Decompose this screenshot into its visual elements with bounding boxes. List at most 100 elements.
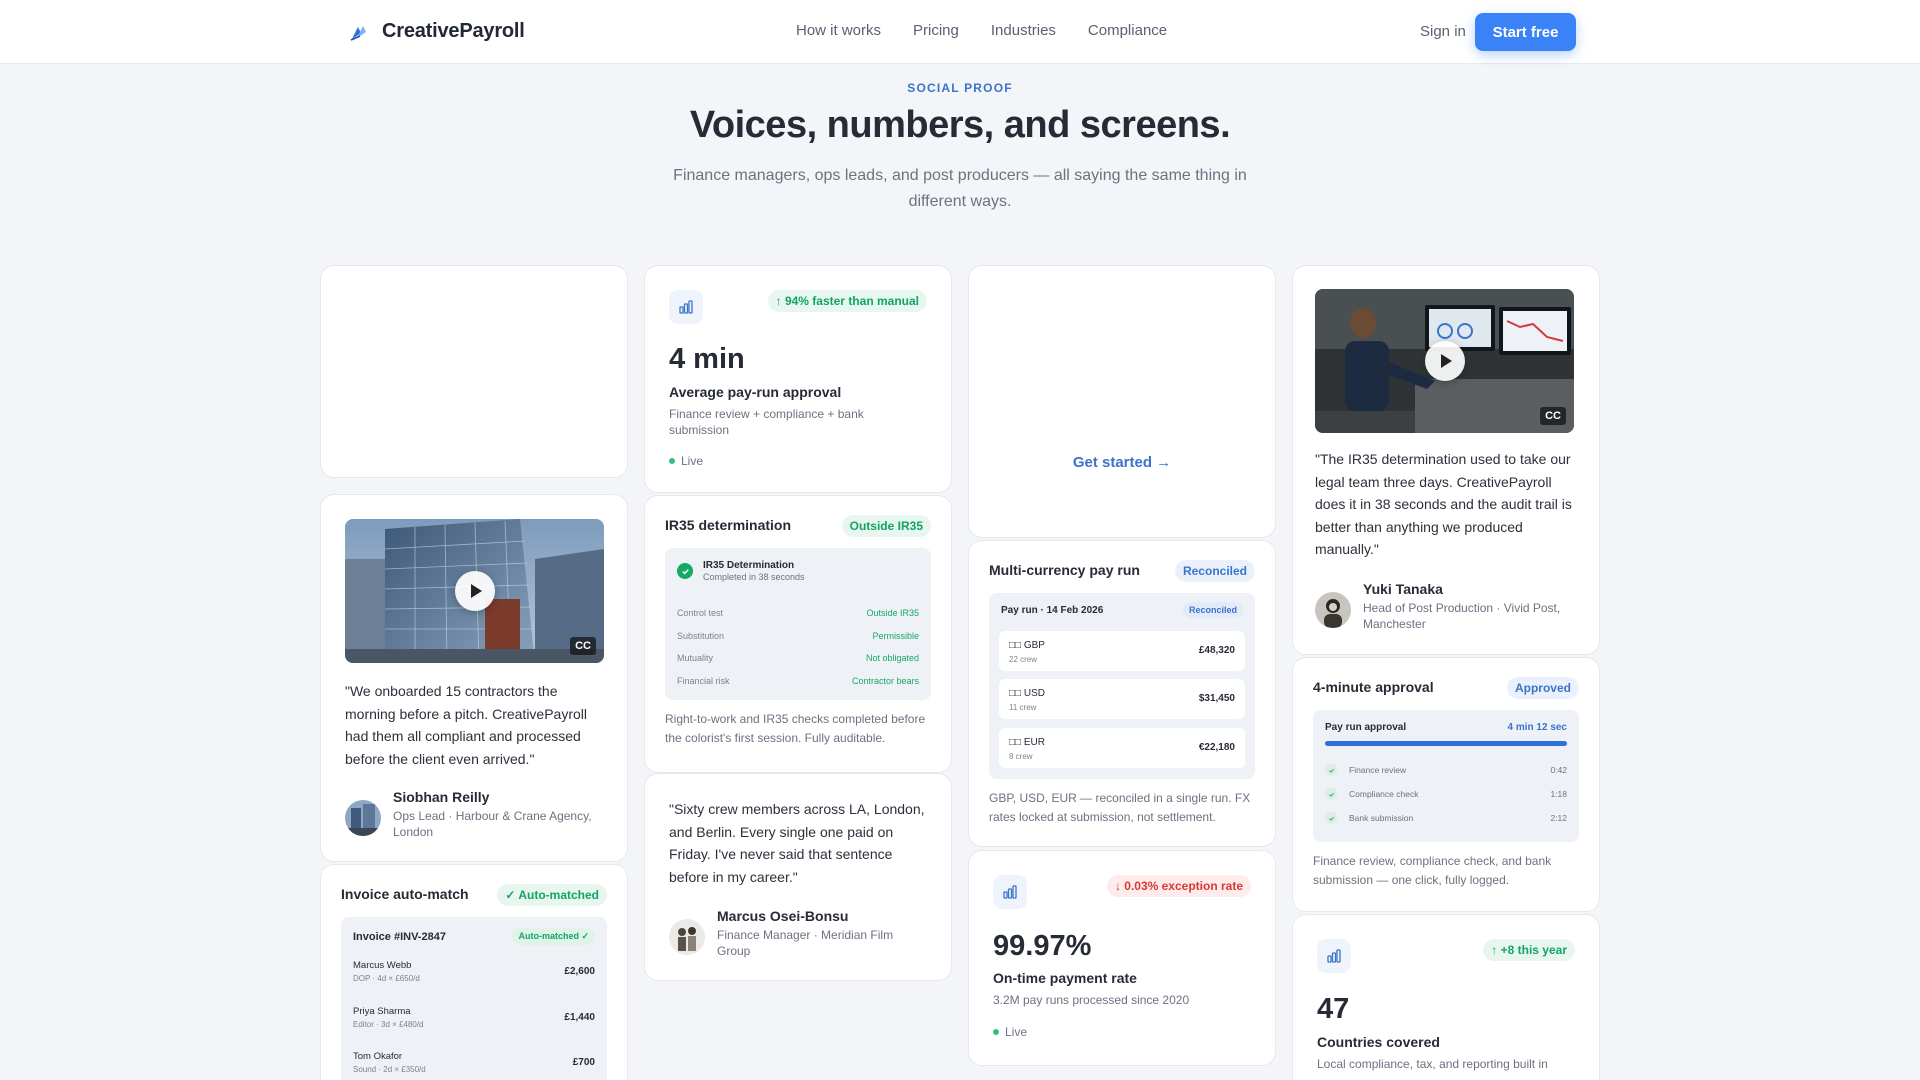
- status-badge: Approved: [1506, 677, 1579, 699]
- nav-links: How it works Pricing Industries Complian…: [796, 22, 1167, 39]
- trend-badge: ↓ 0.03% exception rate: [1106, 875, 1251, 897]
- play-button[interactable]: [454, 571, 495, 611]
- test-name: Mutuality: [677, 653, 714, 664]
- test-result: Contractor bears: [851, 675, 919, 686]
- crew-rate: DOP · 4d × £650/d: [353, 974, 420, 983]
- check-icon: [1325, 812, 1337, 824]
- live-indicator: Live: [993, 1025, 1027, 1039]
- trend-badge: ↑ 94% faster than manual: [767, 290, 927, 312]
- crew-count: 11 crew: [1009, 703, 1037, 712]
- stat-card-approval-time: ↑ 94% faster than manual 4 min Average p…: [644, 265, 952, 493]
- stat-label: Countries covered: [1317, 1034, 1440, 1050]
- section-title: Voices, numbers, and screens.: [689, 104, 1231, 146]
- live-label: Live: [681, 454, 704, 468]
- invoice-panel: Invoice #INV-2847 Auto-matched ✓ Marcus …: [341, 917, 607, 1080]
- test-name: Financial risk: [677, 675, 730, 686]
- testimonial-author: Yuki Tanaka Head of Post Production · Vi…: [1315, 580, 1573, 632]
- step-label: Bank submission: [1349, 813, 1414, 823]
- feature-description: GBP, USD, EUR — reconciled in a single r…: [989, 791, 1251, 824]
- pay-run-panel: Pay run · 14 Feb 2026 Reconciled □□ GBP …: [989, 593, 1255, 779]
- closed-captions-button[interactable]: CC: [570, 637, 596, 655]
- invoice-auto-match-card: Invoice auto-match ✓ Auto-matched Invoic…: [320, 864, 628, 1080]
- invoice-line-row: Priya Sharma Editor · 3d × £480/d £1,440: [353, 1006, 595, 1040]
- testimonial-quote: "We onboarded 15 contractors the morning…: [345, 683, 588, 767]
- play-icon: [470, 584, 482, 598]
- top-nav: CreativePayroll How it works Pricing Ind…: [0, 0, 1920, 64]
- invoice-line-row: Tom Okafor Sound · 2d × £350/d £700: [353, 1051, 595, 1080]
- ir35-panel-header: IR35 Determination Completed in 38 secon…: [677, 560, 805, 582]
- closed-captions-button[interactable]: CC: [1540, 407, 1566, 425]
- nav-link-industries[interactable]: Industries: [991, 22, 1056, 39]
- crew-name: Tom Okafor: [353, 1051, 403, 1062]
- status-badge: ✓ Auto-matched: [497, 884, 607, 906]
- bar-chart-icon: [993, 875, 1027, 909]
- feature-title: 4-minute approval: [1313, 679, 1434, 695]
- get-started-link[interactable]: Get started →: [969, 454, 1275, 471]
- testimonial-author: Siobhan Reilly Ops Lead · Harbour & Cran…: [345, 788, 603, 840]
- stat-value: 4 min: [669, 343, 745, 375]
- currency-code: □□ GBP: [1009, 640, 1045, 651]
- live-indicator: Live: [669, 454, 703, 468]
- stat-card-countries: ↑ +8 this year 47 Countries covered Loca…: [1292, 914, 1600, 1080]
- live-label: Live: [1005, 1025, 1028, 1039]
- test-result: Outside IR35: [866, 608, 919, 619]
- live-dot-icon: [993, 1029, 999, 1035]
- author-name: Yuki Tanaka: [1363, 581, 1443, 597]
- brand-logo[interactable]: CreativePayroll: [348, 20, 525, 43]
- crew-count: 8 crew: [1009, 752, 1033, 761]
- nav-link-pricing[interactable]: Pricing: [913, 22, 959, 39]
- testimonial-quote: "Sixty crew members across LA, London, a…: [669, 801, 925, 885]
- brand-name: CreativePayroll: [382, 20, 525, 42]
- step-label: Compliance check: [1349, 789, 1419, 799]
- feature-title: IR35 determination: [665, 517, 792, 533]
- sign-in-link[interactable]: Sign in: [1420, 23, 1466, 40]
- testimonial-quote: "The IR35 determination used to take our…: [1315, 451, 1572, 557]
- author-role: Head of Post Production · Vivid Post, Ma…: [1363, 601, 1561, 631]
- step-time: 1:18: [1550, 789, 1567, 799]
- crew-rate: Sound · 2d × £350/d: [353, 1065, 426, 1074]
- currency-code: □□ USD: [1009, 688, 1045, 699]
- video-testimonial-card: CC "We onboarded 15 contractors the morn…: [320, 494, 628, 862]
- author-name: Marcus Osei-Bonsu: [717, 908, 849, 924]
- feature-title: Multi-currency pay run: [989, 562, 1140, 578]
- cta-card: Get started →: [968, 265, 1276, 538]
- approval-feature-card: 4-minute approval Approved Pay run appro…: [1292, 657, 1600, 912]
- stat-description: 3.2M pay runs processed since 2020: [993, 993, 1190, 1007]
- invoice-status-badge: Auto-matched ✓: [512, 928, 595, 945]
- crew-rate: Editor · 3d × £480/d: [353, 1020, 424, 1029]
- approval-duration: 4 min 12 sec: [1507, 722, 1567, 733]
- stat-description: Finance review + compliance + bank submi…: [669, 407, 864, 437]
- play-button[interactable]: [1424, 341, 1465, 381]
- nav-link-how-it-works[interactable]: How it works: [796, 22, 881, 39]
- stat-description: Local compliance, tax, and reporting bui…: [1317, 1057, 1548, 1071]
- crew-name: Priya Sharma: [353, 1006, 411, 1017]
- trend-badge: ↑ +8 this year: [1483, 939, 1575, 961]
- currency-row: □□ GBP 22 crew £48,320: [999, 631, 1245, 671]
- bar-chart-icon: [1317, 939, 1351, 973]
- ir35-results: Control test Outside IR35 Substitution Per…: [677, 602, 919, 692]
- feature-description: Finance review, compliance check, and ba…: [1313, 854, 1552, 887]
- status-badge: Outside IR35: [841, 515, 931, 537]
- currency-amount: $31,450: [1198, 693, 1235, 704]
- live-dot-icon: [669, 458, 675, 464]
- testimonial-card: "Sixty crew members across LA, London, a…: [644, 773, 952, 981]
- nav-link-compliance[interactable]: Compliance: [1088, 22, 1167, 39]
- currency-row: □□ USD 11 crew $31,450: [999, 679, 1245, 719]
- video-thumbnail[interactable]: CC: [1315, 289, 1574, 433]
- step-label: Finance review: [1349, 765, 1407, 775]
- author-name: Siobhan Reilly: [393, 789, 490, 805]
- stat-label: Average pay-run approval: [669, 384, 842, 400]
- approval-panel: Pay run approval 4 min 12 sec Finance re…: [1313, 710, 1579, 842]
- feature-description: Right-to-work and IR35 checks completed …: [665, 712, 926, 745]
- ir35-result-row: Substitution Permissible: [677, 625, 919, 648]
- invoice-line-row: Marcus Webb DOP · 4d × £650/d £2,600: [353, 960, 595, 994]
- crew-name: Marcus Webb: [353, 960, 412, 971]
- stat-value: 99.97%: [993, 930, 1092, 962]
- author-role: Ops Lead · Harbour & Crane Agency, Londo…: [393, 809, 592, 839]
- start-free-button[interactable]: Start free: [1475, 13, 1576, 51]
- video-testimonial-card: CC "The IR35 determination used to take …: [1292, 265, 1600, 655]
- play-icon: [1440, 354, 1452, 368]
- approval-step: Compliance check 1:18: [1325, 786, 1567, 802]
- avatar: [1315, 592, 1351, 628]
- video-thumbnail[interactable]: CC: [345, 519, 604, 663]
